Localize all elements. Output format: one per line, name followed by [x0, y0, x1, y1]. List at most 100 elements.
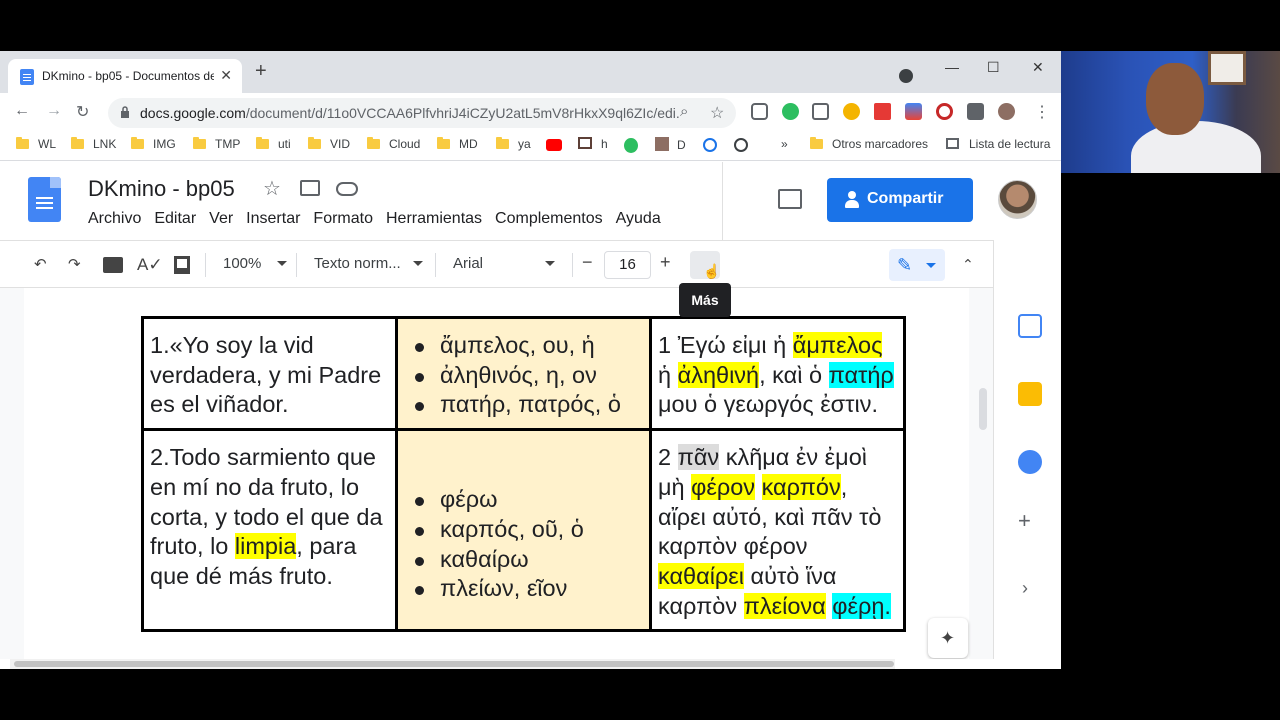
font-size-increase-button[interactable]: + — [660, 252, 671, 273]
maximize-button[interactable]: ☐ — [987, 59, 1000, 76]
style-select[interactable]: Texto norm... — [314, 255, 423, 272]
spanish-cell[interactable]: 1.«Yo soy la vid verdadera, y mi Padre e… — [141, 315, 398, 432]
menu-formato[interactable]: Formato — [313, 210, 373, 227]
pocket-extension-icon[interactable] — [751, 103, 768, 120]
menu-editar[interactable]: Editar — [154, 210, 196, 227]
folder-icon — [71, 137, 84, 149]
horizontal-scrollbar[interactable] — [10, 659, 895, 669]
bookmarks-overflow-button[interactable]: » — [781, 137, 788, 151]
vocab-cell[interactable]: ἄμπελος, ου, ἡ ἀληθινός, η, ον πατήρ, πα… — [395, 315, 652, 432]
bookmark-d[interactable]: D — [655, 137, 686, 152]
chrome-menu-icon[interactable]: ⋮ — [1034, 102, 1050, 122]
w-extension-icon[interactable] — [843, 103, 860, 120]
keep-icon[interactable] — [1018, 382, 1042, 406]
docs-header: DKmino - bp05 ☆ Archivo Editar Ver Insertar… — [0, 162, 1061, 240]
list-item: ἄμπελος, ου, ἡ — [404, 331, 643, 361]
reading-list[interactable]: Lista de lectura — [946, 137, 1050, 151]
home-icon — [578, 137, 592, 149]
font-size-input[interactable]: 16 — [604, 251, 651, 279]
spellcheck-icon[interactable]: A✓ — [137, 255, 163, 275]
zoom-search-icon[interactable]: ⌕ — [680, 103, 688, 120]
menu-insertar[interactable]: Insertar — [246, 210, 300, 227]
spanish-cell[interactable]: 2.Todo sarmiento que en mí no da fruto, … — [141, 428, 398, 633]
font-size-decrease-button[interactable]: − — [582, 252, 593, 273]
editing-mode-button[interactable]: ✎ — [889, 249, 945, 281]
scrollbar-thumb[interactable] — [14, 661, 894, 667]
list-item: φέρω — [404, 485, 643, 515]
bookmark-uti[interactable]: uti — [256, 137, 291, 151]
menu-complementos[interactable]: Complementos — [495, 210, 603, 227]
tab-docs[interactable]: DKmino - bp05 - Documentos de Google ✕ — [8, 59, 242, 93]
bookmark-img[interactable]: IMG — [131, 137, 176, 151]
zoom-select[interactable]: 100% — [223, 255, 288, 272]
menu-archivo[interactable]: Archivo — [88, 210, 141, 227]
add-addon-icon[interactable]: + — [1018, 508, 1031, 534]
profile-avatar-icon[interactable] — [998, 103, 1015, 120]
bookmark-lnk[interactable]: LNK — [71, 137, 116, 151]
list-item: ἀληθινός, η, ον — [404, 361, 643, 391]
globe-bookmark-icon[interactable] — [734, 138, 748, 152]
document-page[interactable]: 1.«Yo soy la vid verdadera, y mi Padre e… — [24, 288, 969, 659]
back-icon[interactable]: ← — [14, 102, 30, 120]
bookmarks-bar: WL LNK IMG TMP uti VID Cloud MD ya h D »… — [0, 131, 1061, 161]
menu-herramientas[interactable]: Herramientas — [386, 210, 482, 227]
docs-logo-icon[interactable] — [28, 177, 61, 222]
address-bar[interactable]: docs.google.com/document/d/11o0VCCAA6Plf… — [108, 98, 736, 128]
highlight-yellow: φέρον — [691, 473, 756, 500]
bookmark-tmp[interactable]: TMP — [193, 137, 240, 151]
star-icon[interactable]: ☆ — [263, 176, 281, 201]
explore-button[interactable]: ✦ — [928, 618, 968, 658]
expand-panel-icon[interactable]: › — [1022, 578, 1028, 599]
cloud-status-icon[interactable] — [336, 182, 358, 196]
share-button[interactable]: Compartir — [827, 178, 973, 222]
bookmark-wl[interactable]: WL — [16, 137, 56, 151]
more-tooltip: Más — [679, 283, 731, 317]
bookmark-md[interactable]: MD — [437, 137, 478, 151]
menu-ver[interactable]: Ver — [209, 210, 233, 227]
profile-menu-icon[interactable] — [899, 69, 913, 83]
more-button[interactable]: ☝ — [690, 251, 720, 279]
comments-icon[interactable] — [778, 189, 802, 209]
paint-format-icon[interactable] — [174, 256, 190, 274]
calendar-icon[interactable] — [1018, 314, 1042, 338]
explore-icon: ✦ — [940, 628, 956, 648]
greek-cell[interactable]: 1 Ἐγώ εἰμι ἡ ἄμπελος ἡ ἀληθινή, καὶ ὁ πα… — [649, 315, 906, 432]
new-tab-button[interactable]: + — [255, 61, 267, 81]
redo-icon[interactable]: ↷ — [68, 255, 81, 273]
bookmark-vid[interactable]: VID — [308, 137, 350, 151]
bookmark-h[interactable]: h — [578, 137, 608, 151]
move-folder-icon[interactable] — [300, 180, 320, 196]
save-extension-icon[interactable] — [812, 103, 829, 120]
toolbar-separator — [296, 253, 297, 277]
announce-extension-icon[interactable] — [874, 103, 891, 120]
list-item: πατήρ, πατρός, ὁ — [404, 390, 643, 420]
forward-icon[interactable]: → — [46, 102, 62, 120]
bookmark-cloud[interactable]: Cloud — [367, 137, 420, 151]
bookmark-ya[interactable]: ya — [496, 137, 531, 151]
puzzle-extensions-icon[interactable] — [967, 103, 984, 120]
greek-cell[interactable]: 2 πᾶν κλῆμα ἐν ἐμοὶ μὴ φέρον καρπόν, αἴρ… — [649, 428, 906, 633]
collapse-toolbar-icon[interactable]: ⌄ — [962, 255, 974, 272]
undo-icon[interactable]: ↶ — [34, 255, 47, 273]
bookmark-otros[interactable]: Otros marcadores — [810, 137, 928, 151]
account-avatar[interactable] — [998, 180, 1037, 219]
minimize-button[interactable]: — — [945, 59, 959, 75]
vertical-scrollbar[interactable] — [979, 388, 987, 430]
tab-close-icon[interactable]: ✕ — [220, 67, 232, 84]
font-select[interactable]: Arial — [453, 255, 556, 272]
podcast-bookmark-icon[interactable] — [703, 138, 717, 152]
color-extension-icon[interactable] — [905, 103, 922, 120]
toolbar-separator — [205, 253, 206, 277]
menu-ayuda[interactable]: Ayuda — [616, 210, 661, 227]
evernote-bookmark-icon[interactable] — [624, 138, 638, 153]
print-icon[interactable] — [103, 257, 123, 273]
tasks-icon[interactable] — [1018, 450, 1042, 474]
reload-icon[interactable]: ↻ — [76, 102, 89, 122]
vocab-cell[interactable]: φέρω καρπός, οῦ, ὁ καθαίρω πλείων, εῖον — [395, 428, 652, 633]
window-close-button[interactable]: ✕ — [1032, 59, 1044, 76]
evernote-extension-icon[interactable] — [782, 103, 799, 120]
bookmark-star-icon[interactable]: ☆ — [710, 103, 724, 123]
youtube-bookmark-icon[interactable] — [546, 139, 562, 151]
c-extension-icon[interactable] — [936, 103, 953, 120]
doc-title[interactable]: DKmino - bp05 — [88, 176, 235, 202]
